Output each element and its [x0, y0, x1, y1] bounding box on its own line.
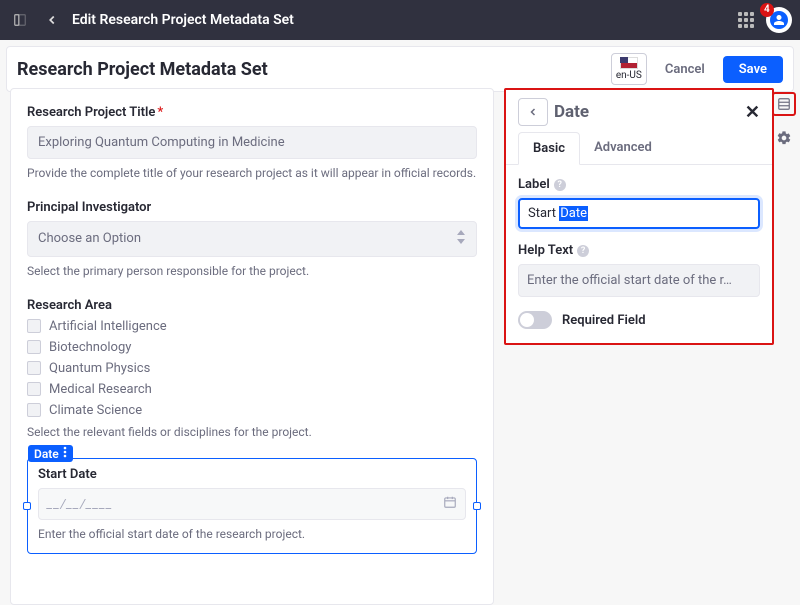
area-option[interactable]: Artificial Intelligence: [27, 319, 477, 334]
canvas-column: Research Project Title* Exploring Quantu…: [0, 88, 504, 605]
title-input[interactable]: Exploring Quantum Computing in Medicine: [27, 126, 477, 159]
field-block-pi[interactable]: Principal Investigator Choose an Option …: [27, 200, 477, 280]
close-icon[interactable]: ✕: [745, 102, 760, 123]
resize-handle-left[interactable]: [23, 502, 31, 510]
area-option-label: Climate Science: [49, 403, 142, 418]
panel-field-help: Help Text ? Enter the official start dat…: [518, 243, 760, 297]
cancel-button[interactable]: Cancel: [655, 56, 715, 83]
select-chevron-icon: [456, 230, 466, 248]
field-block-title[interactable]: Research Project Title* Exploring Quantu…: [27, 105, 477, 182]
panel-title: Date: [554, 102, 589, 122]
area-option[interactable]: Medical Research: [27, 382, 477, 397]
apps-grid-icon[interactable]: [734, 8, 758, 32]
field-label-area: Research Area: [27, 298, 477, 313]
right-rail: [772, 92, 796, 150]
checkbox-icon[interactable]: [27, 340, 41, 354]
checkbox-icon[interactable]: [27, 403, 41, 417]
form-canvas[interactable]: Research Project Title* Exploring Quantu…: [10, 88, 494, 605]
tab-basic[interactable]: Basic: [518, 132, 580, 165]
selected-field-date[interactable]: Date Start Date __/__/____ Enter t: [27, 458, 477, 554]
pi-help: Select the primary person responsible fo…: [27, 263, 477, 280]
field-label-pi: Principal Investigator: [27, 200, 477, 215]
user-avatar[interactable]: 4: [766, 7, 792, 33]
rail-fields-button[interactable]: [772, 92, 796, 116]
kebab-icon[interactable]: [63, 446, 67, 461]
area-option-label: Biotechnology: [49, 340, 131, 355]
help-caption: Help Text ?: [518, 243, 760, 258]
field-block-area[interactable]: Research Area Artificial Intelligence Bi…: [27, 298, 477, 441]
pi-placeholder: Choose an Option: [38, 231, 141, 246]
panel-field-label: Label ? Start Date: [518, 177, 760, 229]
area-option-label: Artificial Intelligence: [49, 319, 167, 334]
label-input-prefix: Start: [528, 206, 559, 221]
required-toggle-row: Required Field: [518, 311, 760, 329]
field-label-text: Research Project Title: [27, 105, 155, 120]
save-button[interactable]: Save: [723, 56, 783, 83]
area-option[interactable]: Quantum Physics: [27, 361, 477, 376]
label-caption: Label ?: [518, 177, 760, 192]
topbar-right: 4: [734, 7, 792, 33]
panel-tabs: Basic Advanced: [506, 132, 772, 165]
date-help: Enter the official start date of the res…: [38, 526, 466, 543]
help-text-input[interactable]: Enter the official start date of the r…: [518, 264, 760, 297]
required-toggle[interactable]: [518, 311, 552, 329]
area-option-label: Medical Research: [49, 382, 152, 397]
product-menu-icon[interactable]: [8, 8, 32, 32]
tab-advanced[interactable]: Advanced: [580, 132, 666, 164]
back-icon[interactable]: [40, 8, 64, 32]
notification-badge: 4: [760, 3, 774, 17]
panel-header: Date ✕: [518, 98, 760, 126]
required-toggle-label: Required Field: [562, 313, 646, 328]
locale-code: en-US: [616, 71, 642, 81]
help-caption-text: Help Text: [518, 243, 573, 258]
panel-back-button[interactable]: [518, 98, 548, 126]
date-placeholder: __/__/____: [47, 497, 113, 512]
required-star-icon: *: [157, 105, 163, 120]
area-option[interactable]: Climate Science: [27, 403, 477, 418]
title-actions: en-US Cancel Save: [611, 53, 783, 85]
topbar-left: Edit Research Project Metadata Set: [8, 8, 294, 32]
field-label-title: Research Project Title*: [27, 105, 477, 120]
checkbox-icon[interactable]: [27, 319, 41, 333]
date-field-label: Start Date: [38, 467, 466, 482]
date-input[interactable]: __/__/____: [38, 488, 466, 520]
calendar-icon[interactable]: [443, 495, 457, 513]
area-help: Select the relevant fields or discipline…: [27, 424, 477, 441]
label-input-selection: Date: [559, 206, 588, 221]
selected-field-inner: Start Date __/__/____ Enter the official…: [28, 459, 476, 553]
title-help: Provide the complete title of your resea…: [27, 165, 477, 182]
checkbox-icon[interactable]: [27, 361, 41, 375]
label-input[interactable]: Start Date: [518, 198, 760, 229]
metadata-set-title: Research Project Metadata Set: [17, 59, 268, 80]
help-icon[interactable]: ?: [577, 245, 589, 257]
pi-select[interactable]: Choose an Option: [27, 221, 477, 257]
label-caption-text: Label: [518, 177, 550, 192]
field-type-tag[interactable]: Date: [28, 445, 73, 462]
locale-selector[interactable]: en-US: [611, 53, 647, 85]
checkbox-icon[interactable]: [27, 382, 41, 396]
page-heading: Edit Research Project Metadata Set: [72, 12, 294, 28]
topbar: Edit Research Project Metadata Set 4: [0, 0, 800, 40]
config-panel: Date ✕ Basic Advanced Label ? Start Date…: [504, 88, 774, 345]
help-icon[interactable]: ?: [554, 179, 566, 191]
workspace: Research Project Title* Exploring Quantu…: [0, 88, 800, 605]
resize-handle-right[interactable]: [473, 502, 481, 510]
area-option-label: Quantum Physics: [49, 361, 150, 376]
area-option[interactable]: Biotechnology: [27, 340, 477, 355]
rail-settings-button[interactable]: [772, 126, 796, 150]
title-row: Research Project Metadata Set en-US Canc…: [6, 46, 794, 92]
field-type-label: Date: [34, 447, 59, 461]
flag-us-icon: [620, 57, 638, 69]
